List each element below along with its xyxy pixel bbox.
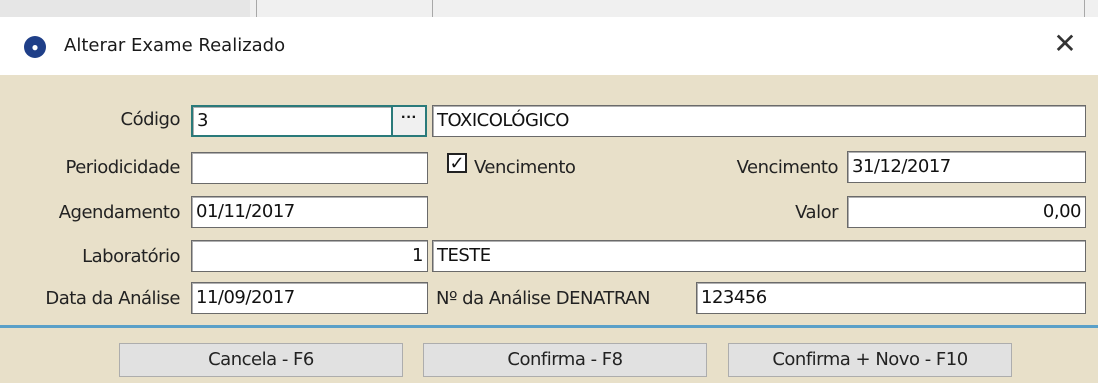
dialog-title: Alterar Exame Realizado (64, 35, 286, 56)
laboratorio-code-input[interactable]: 1 (191, 240, 428, 272)
vencimento-checkbox-label: Vencimento (474, 157, 576, 178)
close-button[interactable]: ✕ (1050, 29, 1080, 59)
background-divider (432, 0, 433, 17)
agendamento-date-input[interactable]: 01/11/2017 (191, 196, 428, 228)
agendamento-label: Agendamento (58, 202, 181, 223)
valor-input[interactable]: 0,00 (847, 196, 1086, 228)
background-segment (0, 0, 250, 17)
confirm-button[interactable]: Confirma - F8 (423, 343, 707, 377)
background-divider (256, 0, 257, 17)
cancel-button[interactable]: Cancela - F6 (119, 343, 403, 377)
app-logo-icon: ● (24, 36, 46, 58)
vencimento-label: Vencimento (736, 157, 839, 178)
data-analise-date-input[interactable]: 11/09/2017 (191, 282, 428, 314)
valor-label: Valor (795, 202, 838, 223)
codigo-label: Código (120, 109, 181, 130)
laboratorio-name-field[interactable]: TESTE (432, 240, 1086, 272)
background-window-strip (0, 0, 1098, 18)
dialog-titlebar: ● Alterar Exame Realizado ✕ (0, 17, 1098, 75)
vencimento-checkbox[interactable]: ✓ (447, 153, 467, 173)
vencimento-date-input[interactable]: 31/12/2017 (847, 151, 1086, 183)
data-analise-label: Data da Análise (45, 288, 180, 309)
analise-denatran-input[interactable]: 123456 (696, 282, 1086, 314)
laboratorio-label: Laboratório (82, 246, 180, 267)
background-divider (1084, 0, 1085, 17)
codigo-description-field[interactable]: TOXICOLÓGICO (432, 105, 1086, 137)
codigo-input[interactable]: 3 (191, 105, 393, 137)
analise-denatran-label: Nº da Análise DENATRAN (436, 288, 650, 309)
codigo-lookup-button[interactable]: ··· (391, 105, 427, 137)
confirm-new-button[interactable]: Confirma + Novo - F10 (728, 343, 1012, 377)
close-icon: ✕ (1053, 27, 1077, 60)
periodicidade-label: Periodicidade (65, 157, 181, 178)
periodicidade-input[interactable] (191, 152, 428, 184)
